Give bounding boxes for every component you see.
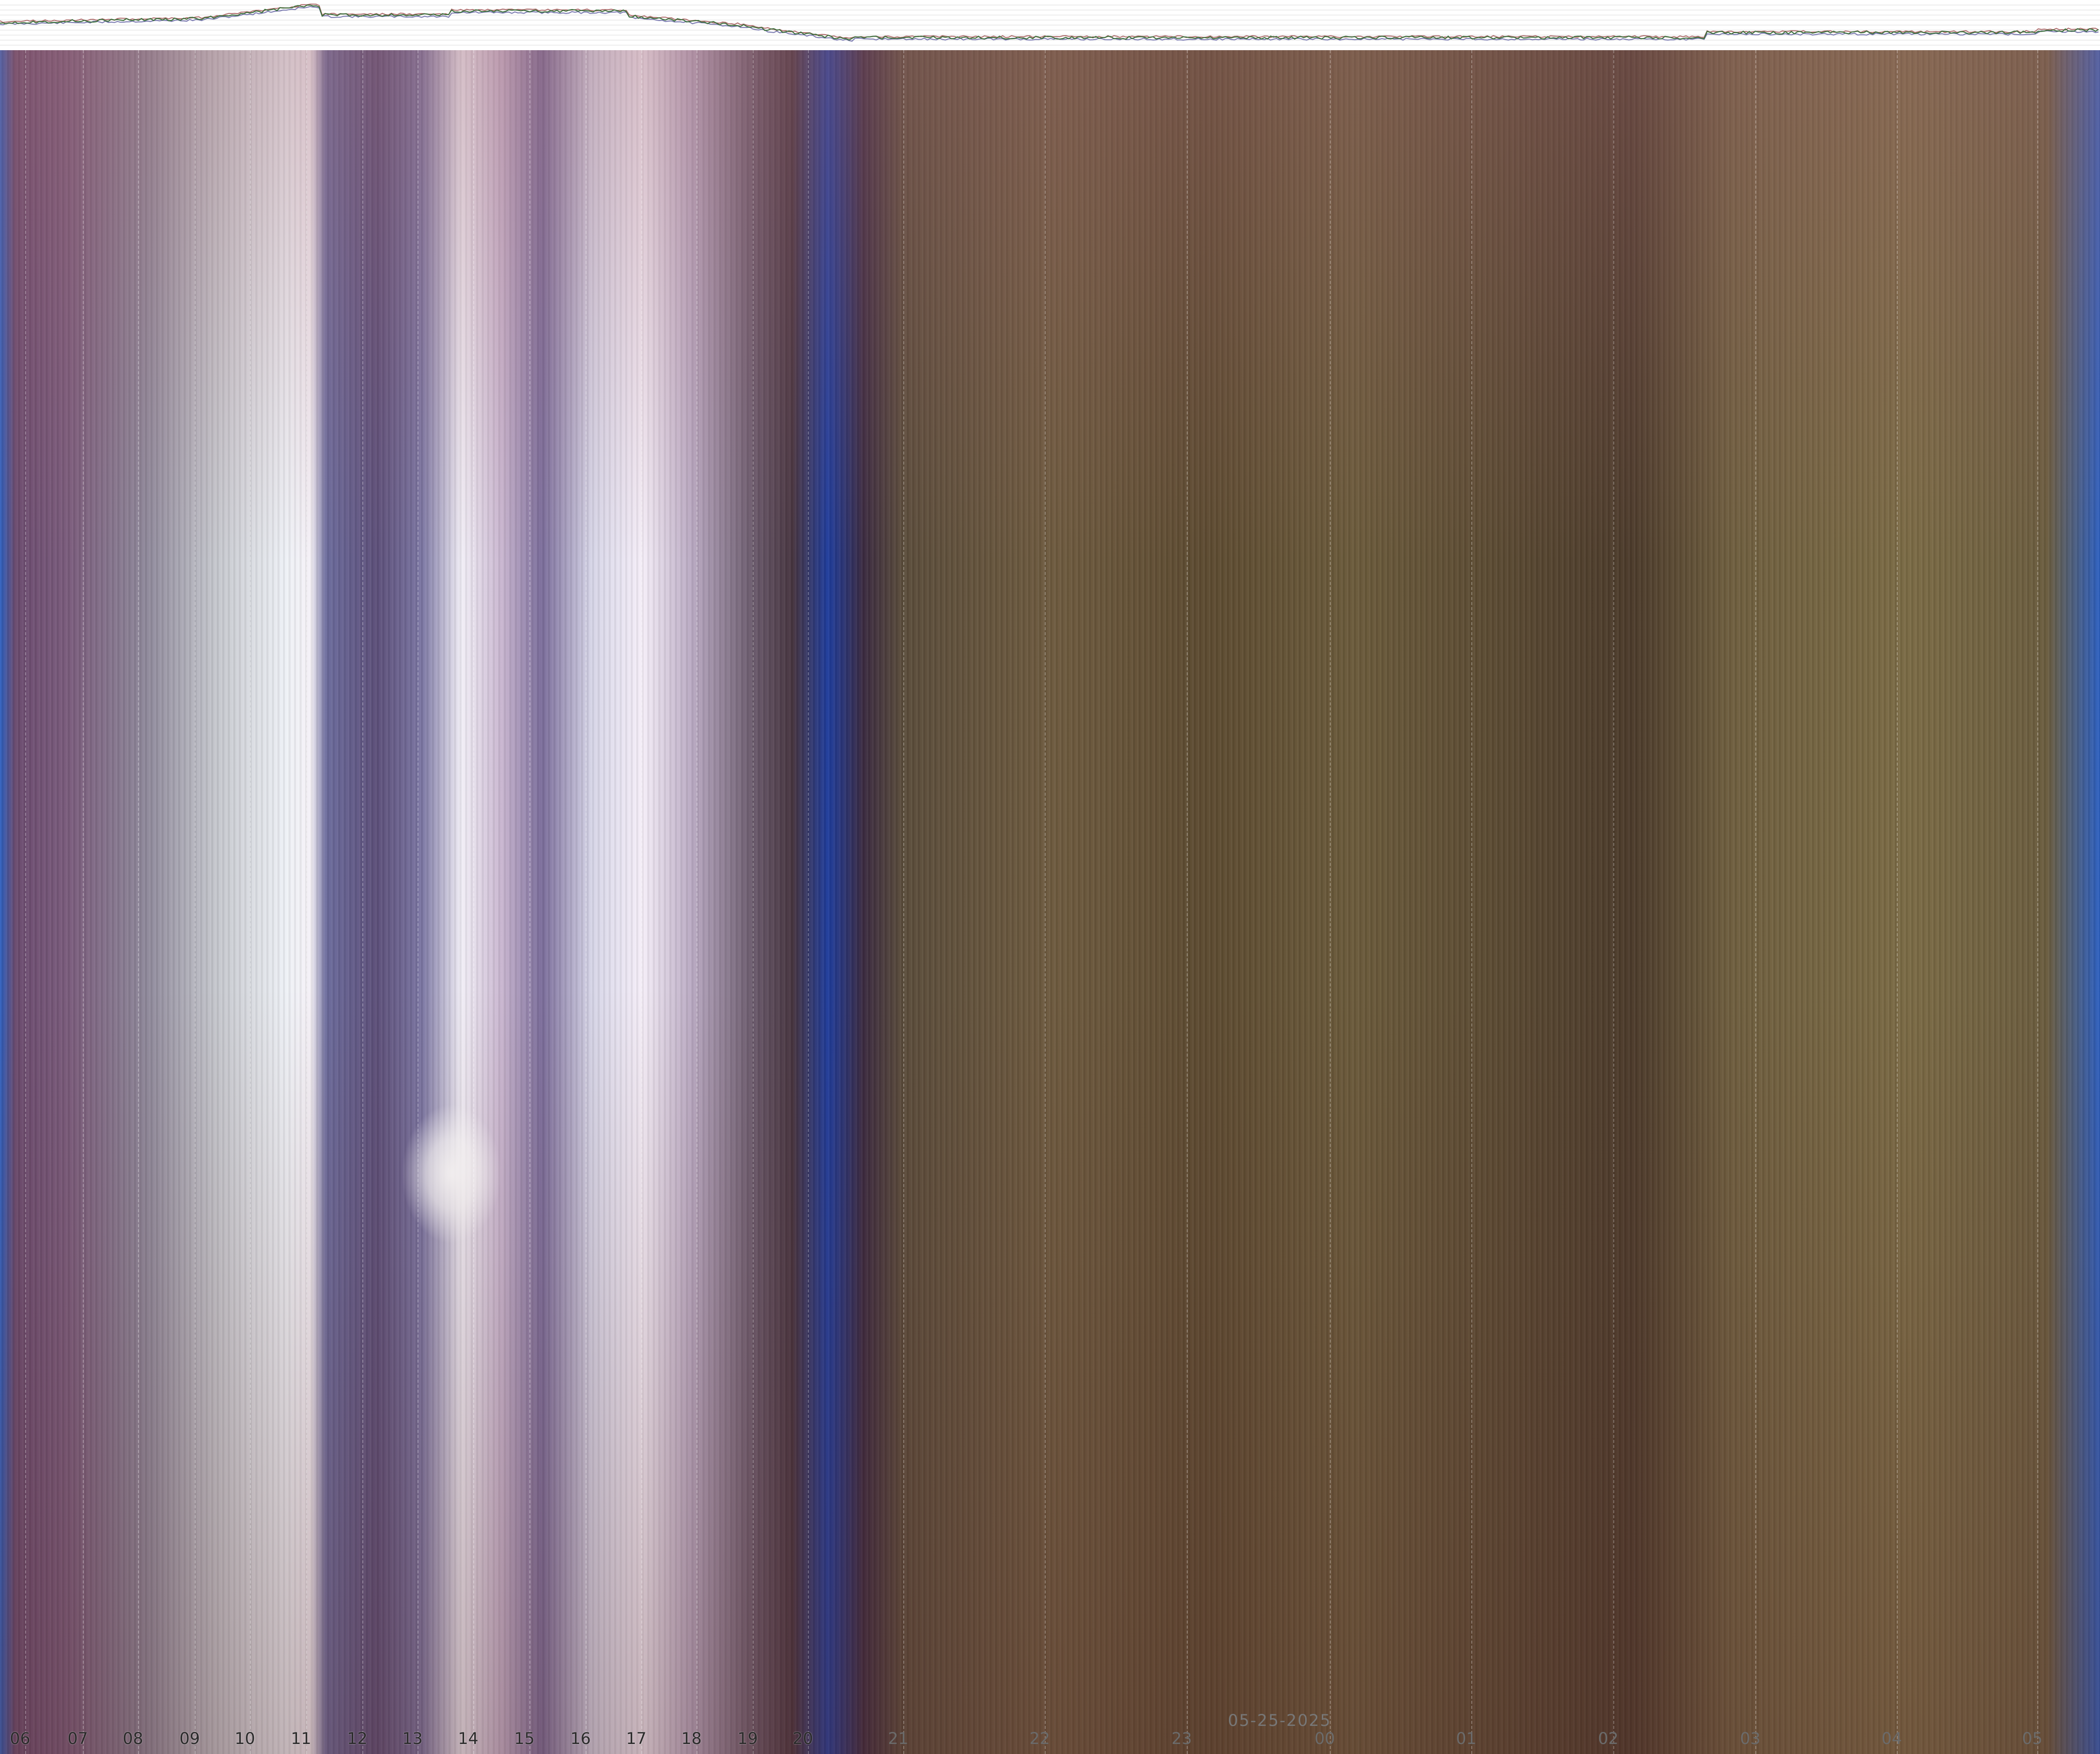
hour-label: 03 xyxy=(1740,1729,1761,1748)
hour-label: 16 xyxy=(570,1729,591,1748)
hour-label: 22 xyxy=(1029,1729,1050,1748)
hour-gridline xyxy=(1045,50,1046,1754)
hour-label: 14 xyxy=(458,1729,479,1748)
hour-gridline xyxy=(138,50,139,1754)
keogram-image xyxy=(0,50,2100,1754)
hour-gridline xyxy=(1755,50,1756,1754)
hour-gridline xyxy=(1187,50,1188,1754)
hour-gridline xyxy=(1613,50,1614,1754)
hour-label: 23 xyxy=(1171,1729,1192,1748)
hour-label: 06 xyxy=(10,1729,31,1748)
hour-label: 18 xyxy=(681,1729,702,1748)
sparkline-series-green xyxy=(0,5,2099,41)
hour-label: 12 xyxy=(347,1729,368,1748)
hour-gridline xyxy=(83,50,84,1754)
hour-label: 17 xyxy=(626,1729,647,1748)
hour-gridline xyxy=(903,50,904,1754)
hour-label: 19 xyxy=(737,1729,758,1748)
hour-gridline xyxy=(362,50,363,1754)
hour-label: 13 xyxy=(402,1729,423,1748)
hour-gridline xyxy=(641,50,642,1754)
hour-label: 05 xyxy=(2022,1729,2043,1748)
hour-label: 04 xyxy=(1881,1729,1902,1748)
hour-gridline xyxy=(529,50,530,1754)
hour-label: 02 xyxy=(1598,1729,1619,1748)
date-label: 05-25-2025 xyxy=(1228,1711,1331,1730)
hour-gridline xyxy=(306,50,307,1754)
hour-gridline xyxy=(586,50,587,1754)
hour-gridline xyxy=(1471,50,1472,1754)
hour-gridline xyxy=(473,50,474,1754)
hour-label: 07 xyxy=(67,1729,88,1748)
hour-label: 10 xyxy=(234,1729,255,1748)
hour-label: 00 xyxy=(1314,1729,1335,1748)
hour-label: 15 xyxy=(514,1729,535,1748)
hour-label: 11 xyxy=(291,1729,312,1748)
hour-gridline xyxy=(195,50,196,1754)
hour-label: 20 xyxy=(792,1729,813,1748)
hour-gridline xyxy=(417,50,418,1754)
hour-gridline xyxy=(808,50,809,1754)
sun-glare xyxy=(401,1104,502,1244)
hour-gridline xyxy=(753,50,754,1754)
sparkline-chart xyxy=(0,4,2100,46)
hour-gridline xyxy=(25,50,26,1754)
hour-gridline xyxy=(696,50,697,1754)
hour-label: 08 xyxy=(122,1729,144,1748)
brightness-sparkline-strip xyxy=(0,0,2100,51)
hour-gridline xyxy=(250,50,251,1754)
hour-label: 01 xyxy=(1456,1729,1477,1748)
hour-gridline xyxy=(1330,50,1331,1754)
hour-label: 09 xyxy=(179,1729,200,1748)
hour-gridline xyxy=(1897,50,1898,1754)
hour-gridline xyxy=(2037,50,2038,1754)
hour-label: 21 xyxy=(888,1729,909,1748)
keogram-canvas: 06 07 08 09 10 11 12 13 14 15 16 17 18 19 20 21 22 23 00 01… xyxy=(0,0,2100,1754)
